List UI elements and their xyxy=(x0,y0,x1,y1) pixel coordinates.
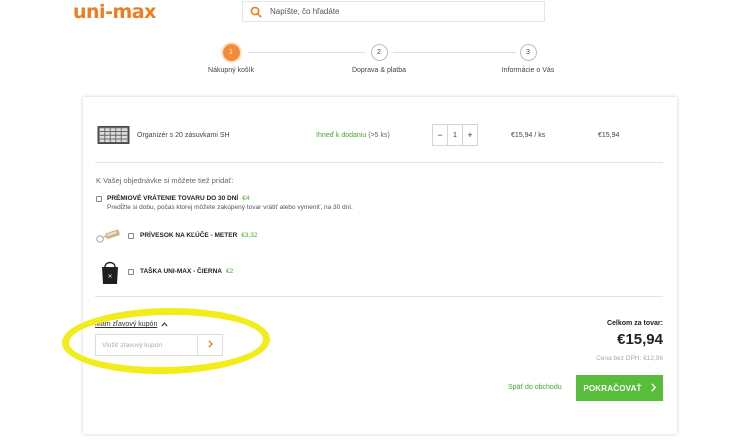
quantity-decrease-button[interactable]: − xyxy=(433,125,447,145)
step-label: Doprava & platba xyxy=(351,67,407,74)
back-to-shop-link[interactable]: Späť do obchodu xyxy=(508,384,562,391)
addons-heading: K Vašej objednávke si môžete tiež pridať… xyxy=(96,176,234,185)
coupon-input[interactable] xyxy=(95,334,198,356)
divider xyxy=(95,162,663,163)
addon-keychain-checkbox[interactable] xyxy=(128,233,134,239)
continue-button[interactable]: POKRAČOVAŤ xyxy=(576,375,663,401)
addon-price: €3,32 xyxy=(241,232,258,239)
addon-price: €4 xyxy=(242,195,250,202)
addon-title: PRÍVESOK NA KĽÚČE - METER €3,32 xyxy=(140,232,258,239)
continue-label: POKRAČOVAŤ xyxy=(583,383,642,393)
step-shipping[interactable]: 2 Doprava & platba xyxy=(334,44,424,74)
step-label: Nákupný košík xyxy=(208,67,254,74)
page: uni-max 1 Nákupný košík 2 Doprava & plat… xyxy=(0,0,750,442)
chevron-up-icon xyxy=(161,320,168,329)
availability-text: Ihneď k dodaniu xyxy=(316,132,367,139)
keychain-product-image[interactable] xyxy=(95,228,121,244)
quantity-increase-button[interactable]: + xyxy=(463,125,477,145)
addon-title-text: PRÍVESOK NA KĽÚČE - METER xyxy=(140,232,238,239)
availability-status: Ihneď k dodaniu (>5 ks) xyxy=(316,132,390,139)
chevron-right-icon xyxy=(650,382,656,394)
search-icon xyxy=(250,6,262,18)
search-bar[interactable] xyxy=(242,1,545,22)
logo[interactable]: uni-max xyxy=(73,1,156,23)
step-cart[interactable]: 1 Nákupný košík xyxy=(186,44,276,74)
addon-title: PRÉMIOVÉ VRÁTENIE TOVARU DO 30 DNÍ €4 xyxy=(107,195,249,202)
step-info[interactable]: 3 Informácie o Vás xyxy=(483,44,573,74)
quantity-value[interactable]: 1 xyxy=(447,125,463,145)
step-label: Informácie o Vás xyxy=(501,67,555,74)
cart-item-row: Organizér s 20 zásuvkami SH Ihneď k doda… xyxy=(83,97,677,160)
product-name[interactable]: Organizér s 20 zásuvkami SH xyxy=(137,132,230,139)
addon-price: €2 xyxy=(225,268,234,275)
coupon-toggle-link[interactable]: Mám zľavový kupón xyxy=(95,320,168,329)
search-input[interactable] xyxy=(270,7,510,16)
bag-product-image[interactable]: × xyxy=(99,259,121,285)
chevron-right-icon xyxy=(207,339,213,351)
availability-note: (>5 ks) xyxy=(368,132,390,139)
step-number: 3 xyxy=(519,44,537,61)
coupon-link-label: Mám zľavový kupón xyxy=(95,321,158,328)
unit-price: €15,94 / ks xyxy=(511,132,546,139)
svg-text:×: × xyxy=(107,273,112,280)
addon-title-text: TAŠKA UNI-MAX - ČIERNA xyxy=(140,268,222,275)
organizer-product-image[interactable] xyxy=(97,125,130,145)
item-total: €15,94 xyxy=(598,132,620,139)
summary-total: €15,94 xyxy=(617,331,663,348)
quantity-stepper[interactable]: − 1 + xyxy=(432,124,478,146)
addon-return-checkbox[interactable] xyxy=(96,196,102,202)
divider xyxy=(95,296,663,297)
addon-bag-checkbox[interactable] xyxy=(128,269,134,275)
addon-description: Predĺžte si dobu, počas ktorej môžete za… xyxy=(107,204,353,211)
coupon-submit-button[interactable] xyxy=(198,334,223,356)
summary-label: Celkom za tovar: xyxy=(606,320,663,327)
cart-panel: Organizér s 20 zásuvkami SH Ihneď k doda… xyxy=(83,97,677,434)
step-number: 1 xyxy=(222,44,240,61)
summary-vat: Cena bez DPH: €12,96 xyxy=(596,355,663,362)
step-number: 2 xyxy=(370,44,388,61)
addon-title-text: PRÉMIOVÉ VRÁTENIE TOVARU DO 30 DNÍ xyxy=(107,195,239,202)
addon-title: TAŠKA UNI-MAX - ČIERNA €2 xyxy=(140,268,233,275)
